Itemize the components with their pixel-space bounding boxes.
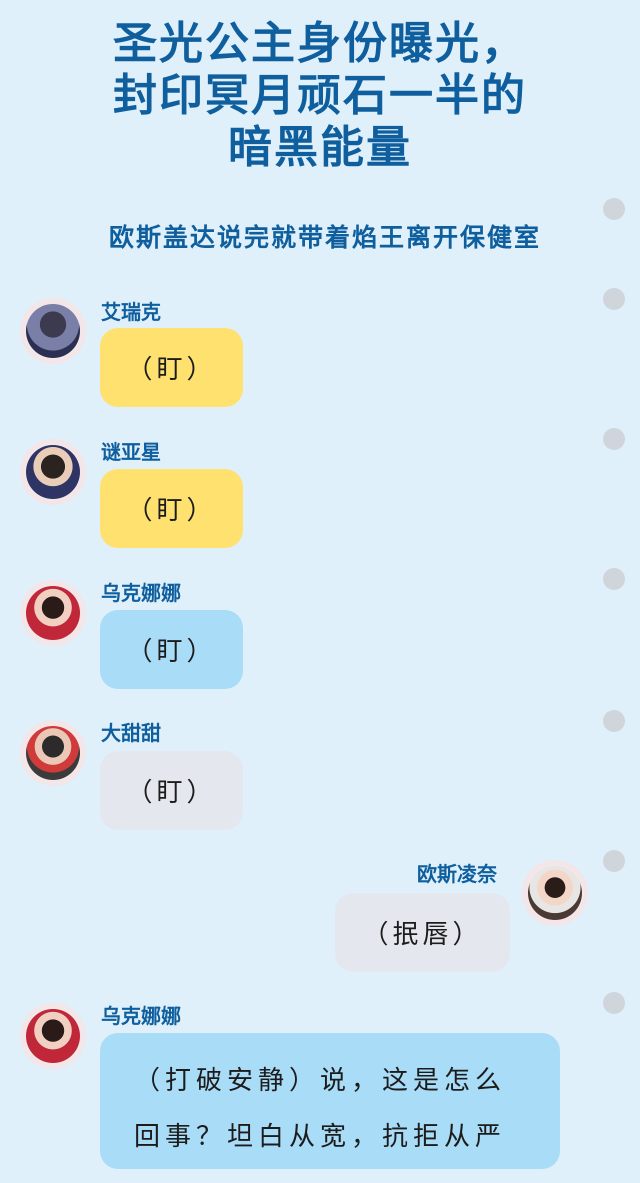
- scroll-dot: [603, 288, 625, 310]
- sender-name: 大甜甜: [101, 721, 161, 745]
- message-bubble: （打破安静）说，这是怎么回事？坦白从宽，抗拒从严: [100, 1033, 560, 1169]
- title-line-2: 封印冥月顽石一半的: [113, 70, 527, 121]
- avatar: [20, 298, 86, 364]
- scroll-dot: [603, 710, 625, 732]
- avatar: [522, 860, 588, 926]
- scroll-dot: [603, 198, 625, 220]
- avatar: [20, 580, 86, 646]
- avatar: [20, 720, 86, 786]
- sender-name: 谜亚星: [101, 440, 161, 464]
- page-title: 圣光公主身份曝光， 封印冥月顽石一半的 暗黑能量: [0, 18, 640, 174]
- message-bubble: （盯）: [100, 610, 243, 689]
- scroll-dot: [603, 992, 625, 1014]
- sender-name: 乌克娜娜: [101, 581, 181, 605]
- message-bubble: （抿唇）: [335, 893, 510, 972]
- sender-name: 乌克娜娜: [101, 1004, 181, 1028]
- sender-name: 艾瑞克: [101, 300, 161, 324]
- message-bubble: （盯）: [100, 469, 243, 548]
- avatar: [20, 439, 86, 505]
- message-bubble: （盯）: [100, 751, 243, 830]
- scroll-dot: [603, 428, 625, 450]
- title-line-1: 圣光公主身份曝光，: [113, 18, 527, 69]
- message-bubble: （盯）: [100, 328, 243, 407]
- narration-text: 欧斯盖达说完就带着焰王离开保健室: [108, 223, 541, 252]
- title-line-3: 暗黑能量: [228, 122, 412, 173]
- scroll-dot: [603, 850, 625, 872]
- sender-name: 欧斯凌奈: [417, 862, 497, 886]
- avatar: [20, 1003, 86, 1069]
- scroll-dot: [603, 568, 625, 590]
